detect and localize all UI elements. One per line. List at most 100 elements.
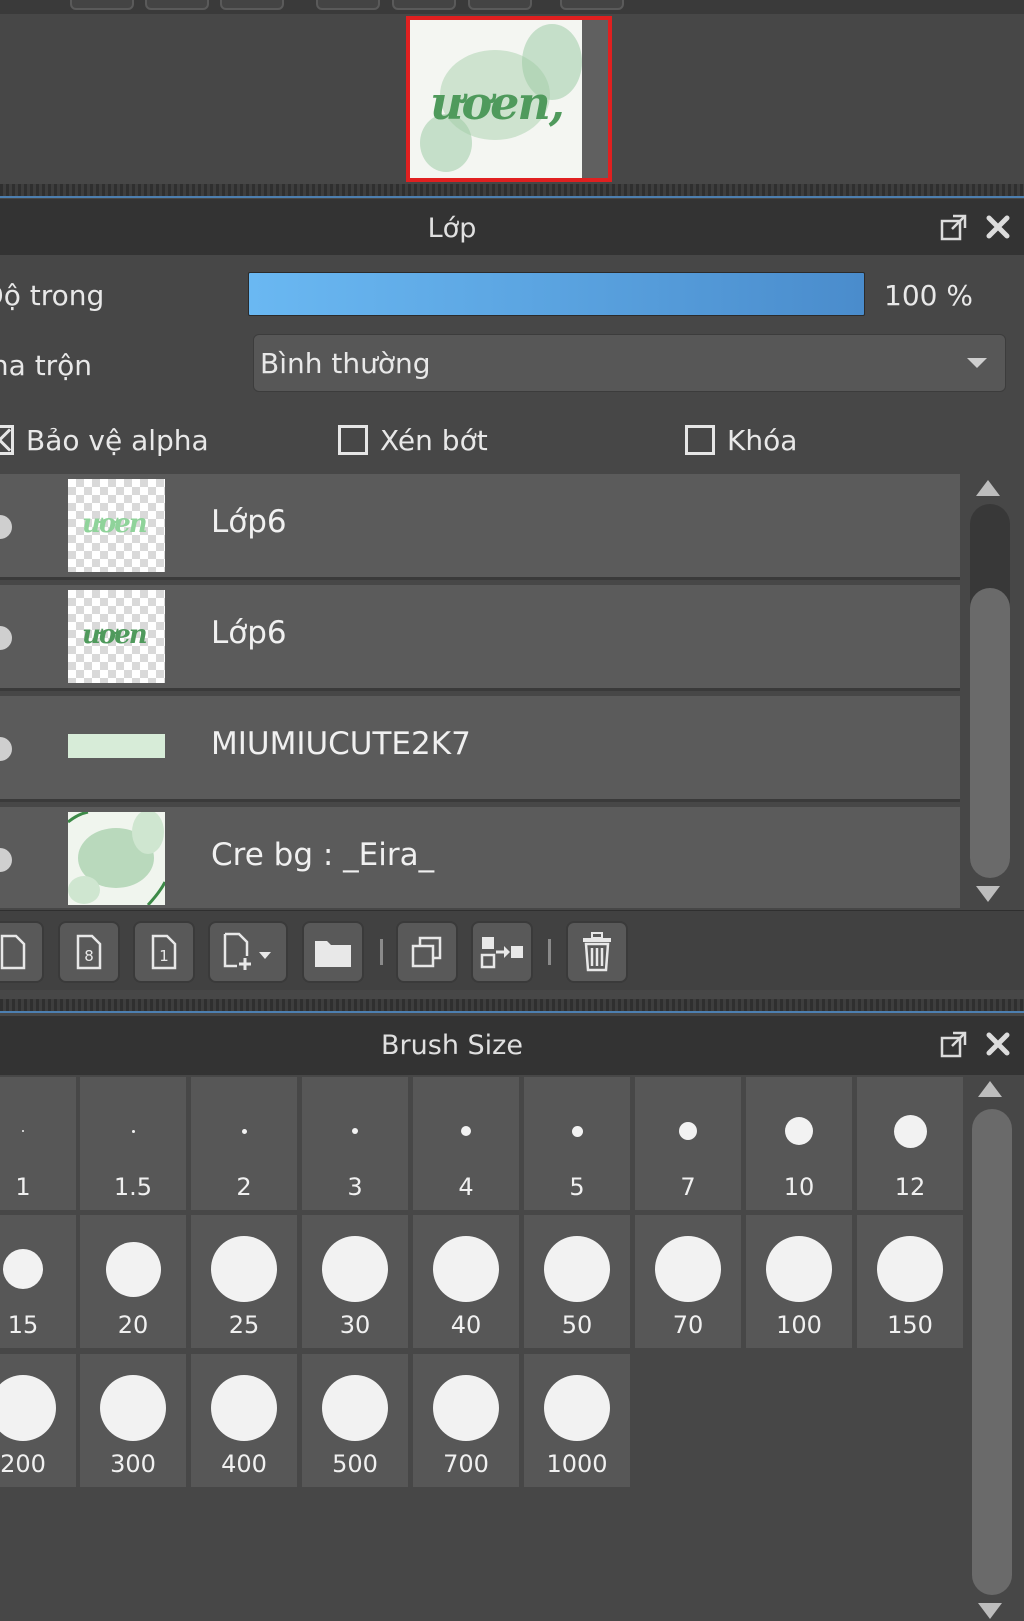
layers-scrollbar[interactable] — [962, 474, 1014, 910]
brush-size-cell[interactable]: 7 — [635, 1077, 741, 1210]
toolbar-button[interactable] — [560, 0, 624, 10]
brush-size-label: 50 — [561, 1311, 593, 1339]
brush-size-cell[interactable]: 10 — [746, 1077, 852, 1210]
new-1bit-layer-button[interactable]: 1 — [133, 921, 195, 983]
brush-size-cell[interactable]: 25 — [191, 1215, 297, 1348]
layer-row[interactable]: MIUMIUCUTE2K7 — [0, 696, 960, 802]
panel-splitter[interactable] — [0, 184, 1024, 198]
brush-size-cell[interactable]: 15 — [0, 1215, 76, 1348]
brush-dot-icon — [322, 1375, 388, 1441]
brush-size-cell[interactable]: 20 — [80, 1215, 186, 1348]
brush-size-label: 100 — [776, 1311, 822, 1339]
brush-size-cell[interactable]: 4 — [413, 1077, 519, 1210]
brush-dot-icon — [893, 1114, 927, 1148]
brush-size-label: 25 — [228, 1311, 260, 1339]
brush-size-cell[interactable]: 1 — [0, 1077, 76, 1210]
toolbar-button[interactable] — [70, 0, 134, 10]
scroll-thumb[interactable] — [970, 588, 1010, 878]
layer-thumbnail — [68, 812, 165, 905]
layer-row[interactable]: ươen Lớp6 — [0, 585, 960, 691]
toolbar-button[interactable] — [220, 0, 284, 10]
brush-size-cell[interactable]: 1.5 — [80, 1077, 186, 1210]
visibility-toggle-icon[interactable] — [0, 626, 12, 650]
toolbar-button[interactable] — [145, 0, 209, 10]
brush-size-cell[interactable]: 100 — [746, 1215, 852, 1348]
brush-size-cell[interactable]: 5 — [524, 1077, 630, 1210]
brush-size-cell[interactable]: 400 — [191, 1354, 297, 1487]
delete-layer-button[interactable] — [566, 921, 628, 983]
new-page-icon — [0, 934, 26, 970]
brush-dot-icon — [241, 1128, 247, 1134]
panel-splitter[interactable] — [0, 999, 1024, 1013]
brush-size-label: 700 — [443, 1450, 489, 1478]
chevron-down-icon — [967, 358, 987, 368]
layer-thumbnail: ươen — [68, 479, 165, 572]
popout-icon[interactable] — [940, 1030, 968, 1058]
brush-size-cell[interactable]: 300 — [80, 1354, 186, 1487]
brush-size-cell[interactable]: 3 — [302, 1077, 408, 1210]
scroll-down-icon[interactable] — [978, 1603, 1002, 1619]
layer-name: MIUMIUCUTE2K7 — [211, 726, 471, 762]
new-folder-button[interactable] — [302, 921, 364, 983]
brush-size-label: 2 — [236, 1173, 252, 1201]
blend-mode-select[interactable]: Bình thường — [253, 334, 1006, 392]
close-icon[interactable] — [984, 213, 1012, 241]
toolbar-button[interactable] — [468, 0, 532, 10]
svg-text:1: 1 — [159, 947, 169, 965]
brush-size-cell[interactable]: 30 — [302, 1215, 408, 1348]
brush-size-label: 150 — [887, 1311, 933, 1339]
lock-label: Khóa — [727, 423, 798, 457]
scroll-thumb[interactable] — [972, 1109, 1012, 1595]
visibility-toggle-icon[interactable] — [0, 515, 12, 539]
brush-size-cell[interactable]: 70 — [635, 1215, 741, 1348]
navigator-panel: ươen, — [0, 14, 1024, 184]
blend-mode-value: Bình thường — [260, 347, 431, 380]
brush-dot-icon — [679, 1122, 697, 1140]
layer-row[interactable]: ươen Lớp6 — [0, 474, 960, 580]
opacity-slider[interactable] — [248, 272, 865, 316]
brush-dot-icon — [571, 1125, 583, 1137]
layer-panel-title: Lớp — [427, 213, 477, 244]
duplicate-icon — [411, 936, 442, 968]
layers-list: ươen Lớp6 ươen Lớp6 MIUMIUCUTE2K7 Cre bg… — [0, 474, 960, 908]
brush-size-cell[interactable]: 12 — [857, 1077, 963, 1210]
brush-dot-icon — [433, 1375, 499, 1441]
scroll-up-icon[interactable] — [976, 480, 1000, 496]
add-layer-dropdown-button[interactable] — [208, 921, 288, 983]
close-icon[interactable] — [984, 1030, 1012, 1058]
brush-dot-icon — [0, 1375, 56, 1441]
merge-down-button[interactable] — [471, 921, 533, 983]
layer-row[interactable]: Cre bg : _Eira_ — [0, 807, 960, 908]
visibility-toggle-icon[interactable] — [0, 848, 12, 872]
layer-name: Lớp6 — [211, 615, 287, 651]
brush-size-label: 10 — [783, 1173, 815, 1201]
brush-size-cell[interactable]: 200 — [0, 1354, 76, 1487]
duplicate-layer-button[interactable] — [396, 921, 458, 983]
brush-size-cell[interactable]: 500 — [302, 1354, 408, 1487]
protect-alpha-checkbox[interactable]: Bảo vệ alpha — [0, 424, 209, 457]
toolbar-button[interactable] — [316, 0, 380, 10]
brush-size-label: 500 — [332, 1450, 378, 1478]
lock-checkbox[interactable]: Khóa — [685, 423, 798, 457]
navigator-view-frame[interactable]: ươen, — [406, 16, 612, 182]
popout-icon[interactable] — [940, 213, 968, 241]
scroll-down-icon[interactable] — [976, 886, 1000, 902]
brush-size-cell[interactable]: 40 — [413, 1215, 519, 1348]
brush-size-cell[interactable]: 2 — [191, 1077, 297, 1210]
brush-size-cell[interactable]: 50 — [524, 1215, 630, 1348]
toolbar-button[interactable] — [392, 0, 456, 10]
brush-scrollbar[interactable] — [964, 1075, 1016, 1621]
brush-size-label: 4 — [458, 1173, 474, 1201]
visibility-toggle-icon[interactable] — [0, 737, 12, 761]
brush-dot-icon — [105, 1241, 161, 1297]
brush-dot-icon — [211, 1236, 277, 1302]
brush-size-cell[interactable]: 150 — [857, 1215, 963, 1348]
brush-size-cell[interactable]: 1000 — [524, 1354, 630, 1487]
new-8bit-layer-button[interactable]: 8 — [58, 921, 120, 983]
new-layer-button[interactable] — [0, 921, 44, 983]
scroll-up-icon[interactable] — [978, 1081, 1002, 1097]
clipping-checkbox[interactable]: Xén bớt — [338, 424, 488, 457]
brush-size-label: 20 — [117, 1311, 149, 1339]
brush-dot-icon — [877, 1236, 943, 1302]
brush-size-cell[interactable]: 700 — [413, 1354, 519, 1487]
